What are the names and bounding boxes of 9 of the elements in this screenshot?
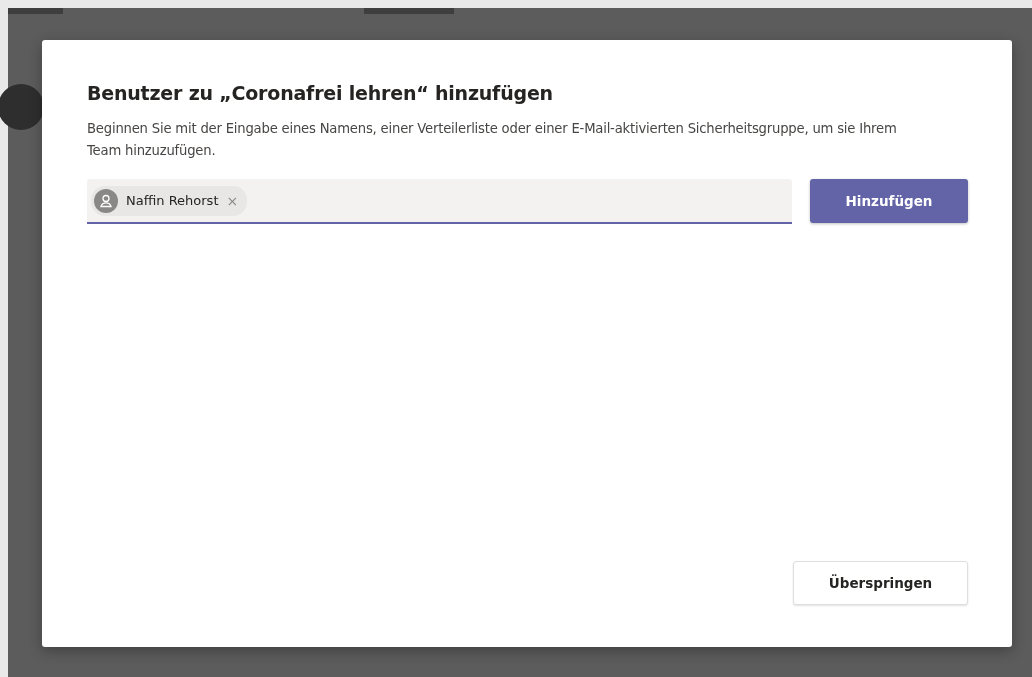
people-input-field[interactable]: Naffin Rehorst × bbox=[87, 179, 792, 224]
person-avatar-icon bbox=[94, 188, 118, 213]
blurred-bar bbox=[8, 8, 63, 14]
skip-button[interactable]: Überspringen bbox=[793, 561, 968, 605]
dialog-title: Benutzer zu „Coronafrei lehren“ hinzufügen bbox=[87, 82, 554, 104]
dialog-description: Beginnen Sie mit der Eingabe eines Namens, einer Verteilerliste oder einer E-Mail-aktivierten Sicherheitsgruppe, um sie Ihrem Team hinzuzufügen. bbox=[87, 120, 898, 160]
add-button[interactable]: Hinzufügen bbox=[810, 179, 968, 223]
blurred-avatar bbox=[0, 84, 44, 130]
person-name: Naffin Rehorst bbox=[126, 193, 219, 208]
